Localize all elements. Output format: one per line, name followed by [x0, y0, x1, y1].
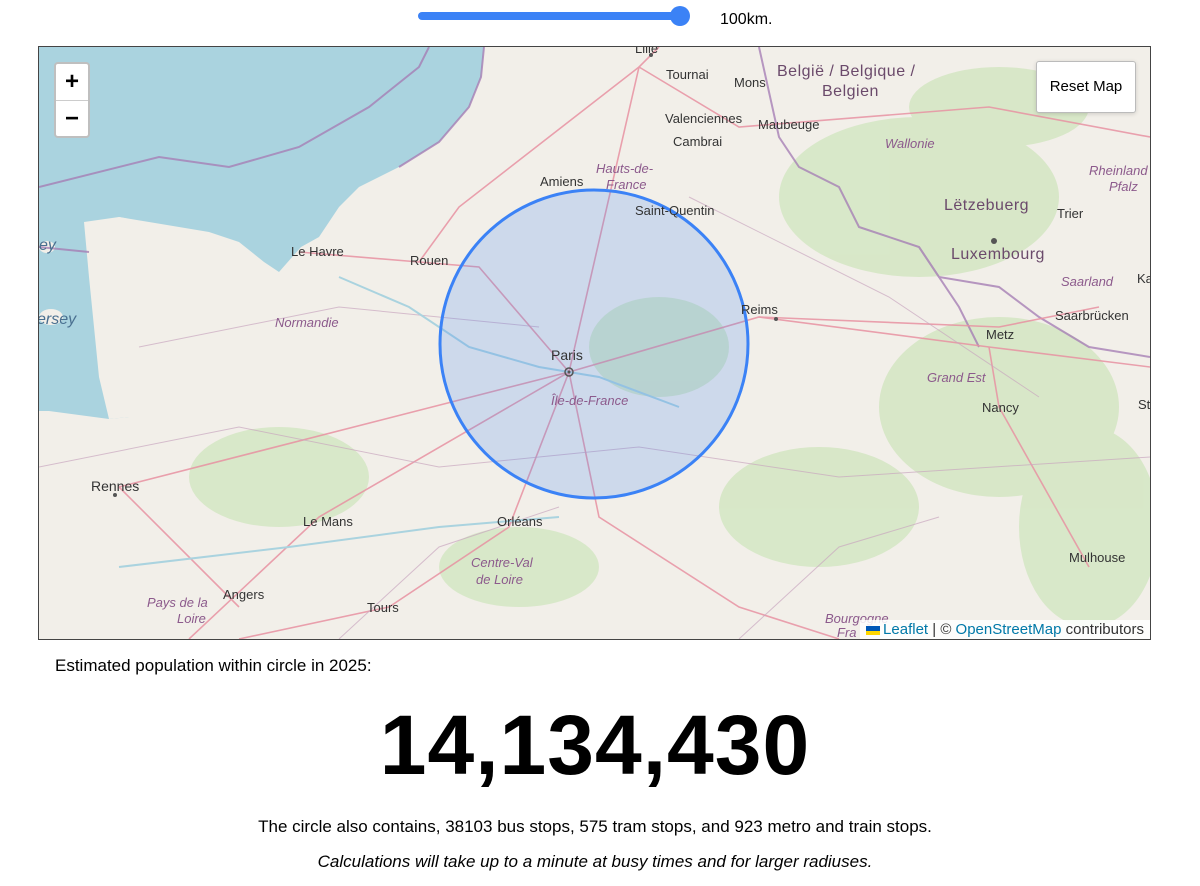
- map-label-rennes: Rennes: [91, 478, 140, 494]
- zoom-out-button[interactable]: −: [56, 101, 88, 136]
- map-label-pays: Pays de la: [147, 595, 208, 610]
- openstreetmap-link[interactable]: OpenStreetMap: [956, 621, 1062, 638]
- stops-summary: The circle also contains, 38103 bus stop…: [258, 817, 932, 836]
- map-label-saarland: Saarland: [1061, 274, 1114, 289]
- population-value: 14,134,430: [379, 698, 811, 792]
- map-label-orleans: Orléans: [497, 514, 543, 529]
- map-label-saint-quentin: Saint-Quentin: [635, 203, 715, 218]
- calculation-note: Calculations will take up to a minute at…: [317, 852, 873, 871]
- map-label-maubeuge: Maubeuge: [758, 117, 820, 132]
- map-label-belgium: België / Belgique /: [777, 63, 916, 80]
- map-tiles: [39, 47, 1150, 639]
- map[interactable]: Lille Tournai Mons België / Belgique / B…: [38, 46, 1151, 640]
- map-label-tours: Tours: [367, 600, 399, 615]
- map-label-valenciennes: Valenciennes: [665, 111, 743, 126]
- map-label-metz: Metz: [986, 327, 1015, 342]
- map-label-luxembourg: Luxembourg: [951, 246, 1045, 263]
- radius-slider-track[interactable]: [418, 12, 680, 20]
- map-label-rheinland: Rheinland: [1089, 163, 1148, 178]
- map-label-guernsey-partial: ey: [39, 237, 56, 254]
- map-label-lille: Lille: [635, 46, 659, 56]
- attribution-suffix: contributors: [1061, 621, 1144, 638]
- map-label-ile-de-france: Île-de-France: [551, 393, 629, 408]
- ukraine-flag-icon: [866, 626, 881, 635]
- map-label-belgium-2: Belgien: [822, 83, 879, 100]
- map-label-jersey-partial: ersey: [38, 311, 77, 328]
- map-label-mulhouse: Mulhouse: [1069, 550, 1126, 565]
- map-label-pfalz: Pfalz: [1109, 179, 1138, 194]
- map-label-centre: Centre-Val: [471, 555, 533, 570]
- map-label-reims: Reims: [741, 302, 778, 317]
- map-label-hauts: Hauts-de-: [596, 161, 654, 176]
- map-label-paris: Paris: [551, 347, 583, 363]
- map-label-saarbrucken: Saarbrücken: [1055, 308, 1129, 323]
- radius-value-label: 100km.: [720, 11, 773, 28]
- map-label-mons: Mons: [734, 75, 766, 90]
- leaflet-link[interactable]: Leaflet: [883, 621, 928, 638]
- radius-slider-row: 100km.: [0, 4, 1200, 34]
- map-label-pays-2: Loire: [177, 611, 206, 626]
- population-label: Estimated population within circle in 20…: [55, 656, 372, 675]
- map-label-grand-est: Grand Est: [927, 370, 986, 385]
- attribution-separator: | ©: [928, 621, 956, 638]
- zoom-in-button[interactable]: +: [56, 64, 88, 101]
- map-label-le-mans: Le Mans: [303, 514, 353, 529]
- map-attribution: Leaflet | © OpenStreetMap contributors: [860, 620, 1150, 639]
- map-label-trier: Trier: [1057, 206, 1084, 221]
- map-label-amiens: Amiens: [540, 174, 584, 189]
- map-label-rouen: Rouen: [410, 253, 449, 268]
- map-label-centre-2: de Loire: [476, 572, 523, 587]
- map-label-normandie: Normandie: [275, 315, 339, 330]
- map-label-letzebuerg: Lëtzebuerg: [944, 197, 1030, 214]
- map-label-angers: Angers: [223, 587, 265, 602]
- map-label-st-partial: St: [1138, 397, 1151, 412]
- map-label-hauts-2: France: [606, 177, 647, 192]
- zoom-control: + −: [54, 62, 90, 138]
- map-label-wallonie: Wallonie: [885, 136, 935, 151]
- reset-map-button[interactable]: Reset Map: [1036, 61, 1136, 113]
- radius-slider-thumb[interactable]: [670, 6, 690, 26]
- map-label-nancy: Nancy: [982, 400, 1019, 415]
- map-label-ka-partial: Ka: [1137, 271, 1150, 286]
- map-label-fra-partial: Fra: [837, 625, 857, 640]
- map-label-cambrai: Cambrai: [673, 134, 723, 149]
- map-label-tournai: Tournai: [666, 67, 709, 82]
- map-label-le-havre: Le Havre: [291, 244, 344, 259]
